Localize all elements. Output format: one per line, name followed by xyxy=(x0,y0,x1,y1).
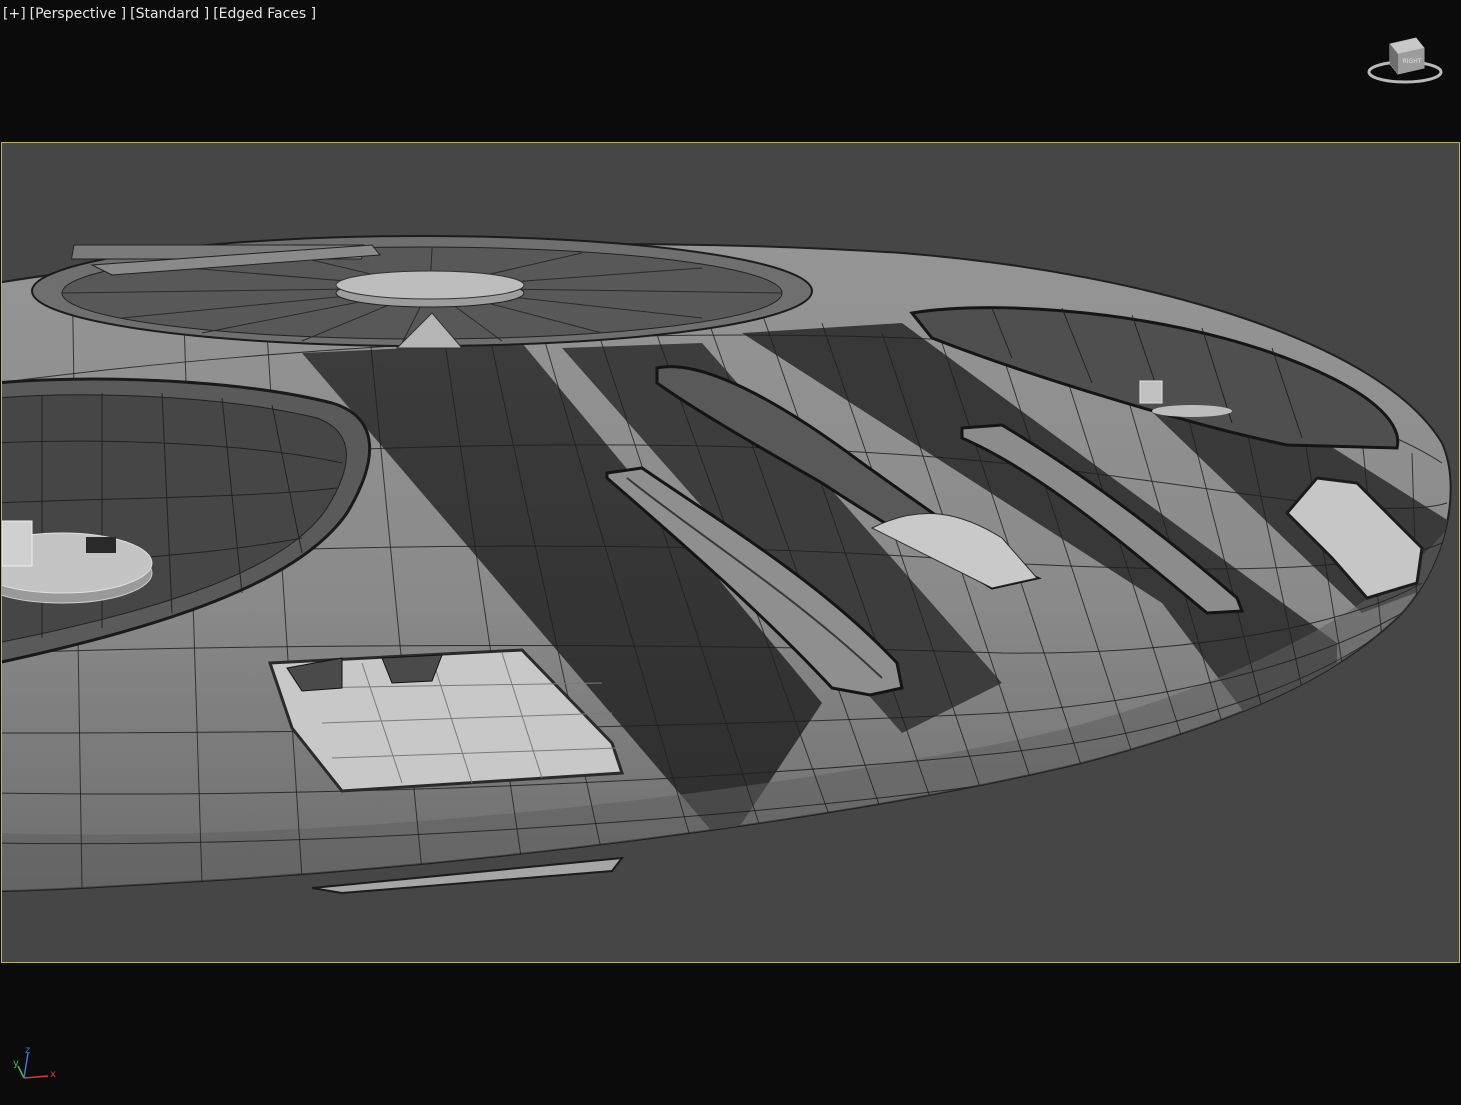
viewport-point-of-view-menu[interactable]: [Perspective ] xyxy=(30,6,126,24)
axis-x-label: x xyxy=(50,1069,56,1080)
axis-z-label: z xyxy=(25,1045,30,1056)
viewcube-face-label: RIGHT xyxy=(1403,58,1422,65)
viewport-shading-standard-menu[interactable]: [Standard ] xyxy=(130,6,209,24)
saucer-model-edged-faces[interactable] xyxy=(2,143,1459,962)
viewport-visual-style-menu[interactable]: [Edged Faces ] xyxy=(213,6,316,24)
viewport-menu-plus[interactable]: [+] xyxy=(3,6,26,24)
axis-tripod-icon: x y z xyxy=(13,1045,56,1080)
axis-y-label: y xyxy=(13,1058,19,1069)
perspective-viewport[interactable] xyxy=(1,142,1460,963)
viewport-label-bar: [+] [Perspective ] [Standard ] [Edged Fa… xyxy=(3,6,316,24)
top-radial-hub[interactable] xyxy=(31,235,813,349)
viewcube-icon[interactable]: RIGHT xyxy=(1366,34,1444,88)
